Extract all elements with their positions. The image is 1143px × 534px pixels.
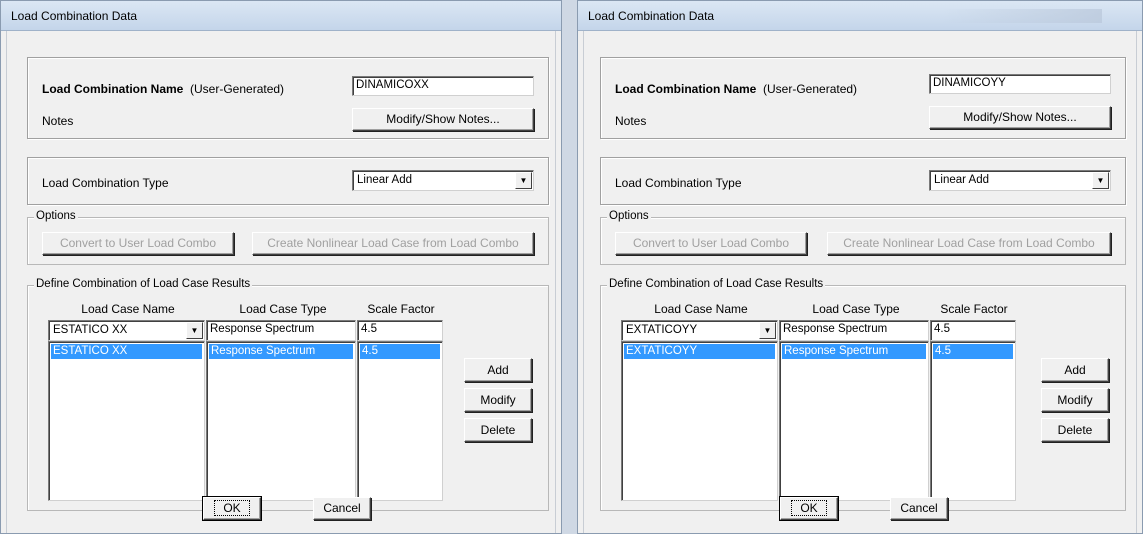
load-case-type-list[interactable]: Response Spectrum [206,341,356,501]
dialog-titlebar[interactable]: Load Combination Data [578,1,1142,31]
load-case-name-select[interactable]: EXTATICOYY ▼ [621,320,778,341]
notes-label: Notes [615,114,647,128]
chevron-down-icon[interactable]: ▼ [515,172,532,189]
add-button[interactable]: Add [1041,358,1109,382]
ok-button-label: OK [214,500,250,516]
combo-name-input[interactable]: DINAMICOYY [929,74,1111,94]
scale-factor-list[interactable]: 4.5 [930,341,1016,501]
modify-show-notes-button[interactable]: Modify/Show Notes... [929,106,1111,129]
ok-button[interactable]: OK [202,496,262,521]
define-combination-group: Define Combination of Load Case Results … [600,278,1126,511]
cancel-button[interactable]: Cancel [890,497,948,520]
scale-factor-input[interactable]: 4.5 [357,320,443,341]
scale-factor-list[interactable]: 4.5 [357,341,443,501]
combo-type-label: Load Combination Type [615,176,742,190]
delete-button[interactable]: Delete [1041,418,1109,442]
modify-button[interactable]: Modify [1041,388,1109,412]
combo-type-panel: Load Combination Type Linear Add ▼ [600,157,1126,205]
load-case-type-field: Response Spectrum [206,320,356,341]
dialog-title: Load Combination Data [11,9,138,23]
ok-button-label: OK [791,500,827,516]
modify-show-notes-button[interactable]: Modify/Show Notes... [352,108,534,131]
load-case-name-select[interactable]: ESTATICO XX ▼ [48,320,205,341]
load-case-name-list[interactable]: ESTATICO XX [48,341,205,501]
list-item[interactable]: Response Spectrum [209,344,353,359]
define-combination-title: Define Combination of Load Case Results [34,278,253,290]
col-header-scale-factor: Scale Factor [367,302,435,316]
combo-name-input[interactable]: DINAMICOXX [352,76,534,96]
col-header-load-case-name: Load Case Name [81,302,175,316]
combo-name-panel: Load Combination Name (User-Generated) D… [600,57,1126,139]
load-case-type-field: Response Spectrum [779,320,929,341]
notes-label: Notes [42,114,74,128]
chevron-down-icon[interactable]: ▼ [759,322,776,339]
options-group: Options Convert to User Load Combo Creat… [27,210,549,265]
load-case-name-value: EXTATICOYY [626,324,698,336]
convert-to-user-load-combo-button[interactable]: Convert to User Load Combo [42,232,234,255]
combo-type-panel: Load Combination Type Linear Add ▼ [27,157,549,205]
combo-type-label: Load Combination Type [42,176,169,190]
list-item[interactable]: EXTATICOYY [624,344,775,359]
load-case-name-value: ESTATICO XX [53,324,128,336]
load-combination-dialog-left: Load Combination Data Load Combination N… [0,0,562,534]
load-case-name-list[interactable]: EXTATICOYY [621,341,778,501]
list-item[interactable]: ESTATICO XX [51,344,202,359]
options-group-title: Options [607,210,651,222]
col-header-scale-factor: Scale Factor [940,302,1008,316]
add-button[interactable]: Add [464,358,532,382]
dialog-titlebar[interactable]: Load Combination Data [1,1,561,31]
chevron-down-icon[interactable]: ▼ [186,322,203,339]
create-nonlinear-load-case-button[interactable]: Create Nonlinear Load Case from Load Com… [827,232,1111,255]
col-header-load-case-type: Load Case Type [812,302,900,316]
combo-type-select[interactable]: Linear Add ▼ [929,170,1111,191]
combo-type-select[interactable]: Linear Add ▼ [352,170,534,191]
combo-name-label: Load Combination Name (User-Generated) [615,82,858,96]
cancel-button[interactable]: Cancel [313,497,371,520]
define-combination-group: Define Combination of Load Case Results … [27,278,549,511]
dialog-title: Load Combination Data [588,9,715,23]
delete-button[interactable]: Delete [464,418,532,442]
combo-type-value: Linear Add [357,174,412,186]
modify-button[interactable]: Modify [464,388,532,412]
list-item[interactable]: Response Spectrum [782,344,926,359]
options-group-title: Options [34,210,78,222]
load-combination-dialog-right: Load Combination Data Load Combination N… [577,0,1143,534]
background-window-blur [942,9,1102,23]
col-header-load-case-type: Load Case Type [239,302,327,316]
convert-to-user-load-combo-button[interactable]: Convert to User Load Combo [615,232,807,255]
list-item[interactable]: 4.5 [360,344,440,359]
ok-button[interactable]: OK [779,496,839,521]
combo-type-value: Linear Add [934,174,989,186]
combo-name-label: Load Combination Name (User-Generated) [42,82,285,96]
options-group: Options Convert to User Load Combo Creat… [600,210,1126,265]
create-nonlinear-load-case-button[interactable]: Create Nonlinear Load Case from Load Com… [252,232,534,255]
col-header-load-case-name: Load Case Name [654,302,748,316]
list-item[interactable]: 4.5 [933,344,1013,359]
scale-factor-input[interactable]: 4.5 [930,320,1016,341]
load-case-type-list[interactable]: Response Spectrum [779,341,929,501]
define-combination-title: Define Combination of Load Case Results [607,278,826,290]
combo-name-panel: Load Combination Name (User-Generated) D… [27,57,549,139]
chevron-down-icon[interactable]: ▼ [1092,172,1109,189]
